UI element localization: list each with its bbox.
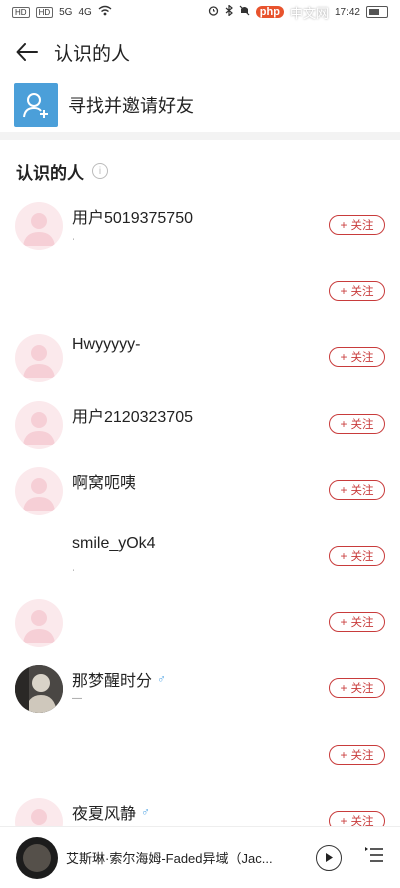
album-disc[interactable]	[16, 836, 58, 879]
plus-icon: +	[340, 548, 348, 563]
watermark-badge: php	[255, 6, 284, 18]
person-row[interactable]: 那梦醒时分 ♂ — + 关注	[0, 655, 400, 721]
male-gender-icon: ♂	[157, 672, 167, 687]
top-bar: 认识的人	[0, 28, 400, 76]
plus-icon: +	[340, 350, 348, 365]
hd-chip-1: HD	[12, 6, 30, 18]
person-name-line: 那梦醒时分 ♂	[72, 667, 166, 691]
person-name-line: 夜夏风静 ♂	[72, 800, 150, 824]
person-row[interactable]: + 关注	[0, 589, 400, 655]
person-name: 用户2120323705	[72, 408, 193, 426]
album-cover	[23, 843, 51, 872]
follow-label: 关注	[350, 484, 374, 497]
follow-label: 关注	[350, 220, 374, 232]
follow-button[interactable]: + 关注	[329, 413, 385, 434]
avatar[interactable]	[15, 400, 63, 449]
follow-button[interactable]: + 关注	[329, 347, 385, 368]
info-icon[interactable]: i	[92, 163, 108, 179]
person-row[interactable]: 用户5019375750 ˌ + 关注	[0, 192, 400, 258]
follow-label: 关注	[350, 749, 374, 762]
person-name-line: 用户2120323705	[72, 403, 193, 427]
person-subtitle: ˌ	[72, 230, 76, 241]
watermark-text: 中文网	[289, 5, 329, 21]
person-row[interactable]: smile_yOk4 ˌ + 关注	[0, 523, 400, 589]
avatar[interactable]	[15, 533, 63, 581]
hd-chip-2: HD	[35, 6, 54, 18]
section-header: 认识的人 i	[16, 156, 108, 186]
plus-icon: +	[340, 482, 348, 497]
mini-player[interactable]: 艾斯琳·索尔海姆-Faded异域（Jac...	[0, 826, 400, 888]
section-title: 认识的人	[16, 163, 84, 183]
status-bar: HD HD 5G 4G php 中文网 17:42	[0, 0, 400, 24]
person-name: 夜夏风静	[72, 805, 137, 823]
play-icon	[326, 853, 333, 862]
follow-button[interactable]: + 关注	[329, 678, 385, 699]
back-arrow-icon[interactable]	[14, 39, 40, 65]
find-invite-friends-row[interactable]: 寻找并邀请好友	[0, 80, 400, 130]
section-divider	[0, 132, 400, 140]
person-name-line: Hwyyyyy-	[72, 336, 140, 354]
status-right: php 中文网 17:42	[208, 3, 388, 22]
wifi-icon	[98, 5, 112, 19]
person-row[interactable]: Hwyyyyy- + 关注	[0, 324, 400, 390]
person-row[interactable]: + 关注	[0, 722, 400, 788]
follow-button[interactable]: + 关注	[329, 612, 385, 633]
avatar[interactable]	[15, 268, 63, 316]
plus-icon: +	[340, 416, 348, 431]
status-left: HD HD 5G 4G	[12, 5, 112, 19]
person-name-line: 啊窝呃咦	[72, 469, 136, 493]
status-time: 17:42	[334, 6, 360, 18]
person-subtitle: —	[72, 693, 82, 705]
bluetooth-icon	[225, 4, 233, 19]
person-row[interactable]: 啊窝呃咦 + 关注	[0, 457, 400, 523]
find-invite-friends-label: 寻找并邀请好友	[68, 96, 194, 116]
follow-button[interactable]: + 关注	[329, 479, 385, 500]
person-name: 用户5019375750	[72, 210, 193, 227]
follow-label: 关注	[350, 683, 374, 696]
people-list: 用户5019375750 ˌ + 关注 + 关注 Hwyyyyy- + 关注 用户21203237…	[0, 192, 400, 854]
follow-label: 关注	[350, 617, 374, 630]
person-name-line: 用户5019375750	[72, 204, 193, 228]
mute-icon	[239, 5, 250, 19]
plus-icon: +	[340, 681, 348, 696]
follow-label: 关注	[350, 550, 374, 563]
avatar[interactable]	[15, 334, 63, 383]
follow-button[interactable]: + 关注	[329, 281, 385, 302]
plus-icon: +	[340, 615, 348, 630]
avatar[interactable]	[15, 599, 63, 648]
follow-button[interactable]: + 关注	[329, 545, 385, 566]
add-friend-icon	[14, 83, 58, 127]
battery-icon	[366, 6, 388, 18]
follow-label: 关注	[350, 286, 374, 299]
page-title: 认识的人	[54, 43, 131, 65]
person-name: 那梦醒时分	[72, 673, 153, 691]
person-name: 啊窝呃咦	[72, 474, 137, 492]
avatar[interactable]	[15, 665, 63, 714]
signal-5g-label: 5G	[59, 6, 73, 18]
playlist-icon[interactable]	[364, 846, 384, 869]
plus-icon: +	[340, 747, 348, 762]
avatar[interactable]	[15, 202, 63, 250]
follow-label: 关注	[350, 418, 374, 431]
avatar[interactable]	[15, 732, 63, 780]
person-row[interactable]: + 关注	[0, 258, 400, 324]
play-button[interactable]	[316, 844, 342, 871]
plus-icon: +	[340, 284, 348, 299]
follow-button[interactable]: + 关注	[329, 744, 385, 765]
signal-4g-label: 4G	[78, 6, 92, 18]
follow-label: 关注	[350, 352, 374, 365]
avatar[interactable]	[15, 466, 63, 515]
person-subtitle: ˌ	[72, 560, 76, 572]
follow-button[interactable]: + 关注	[329, 215, 385, 235]
person-name: Hwyyyyy-	[72, 336, 141, 354]
song-title: 艾斯琳·索尔海姆-Faded异域（Jac...	[66, 851, 273, 866]
person-row[interactable]: 用户2120323705 + 关注	[0, 391, 400, 457]
male-gender-icon: ♂	[141, 804, 151, 819]
person-name-line: smile_yOk4	[72, 535, 156, 553]
plus-icon: +	[340, 218, 348, 232]
person-name: smile_yOk4	[72, 534, 156, 552]
alarm-icon	[208, 5, 219, 19]
